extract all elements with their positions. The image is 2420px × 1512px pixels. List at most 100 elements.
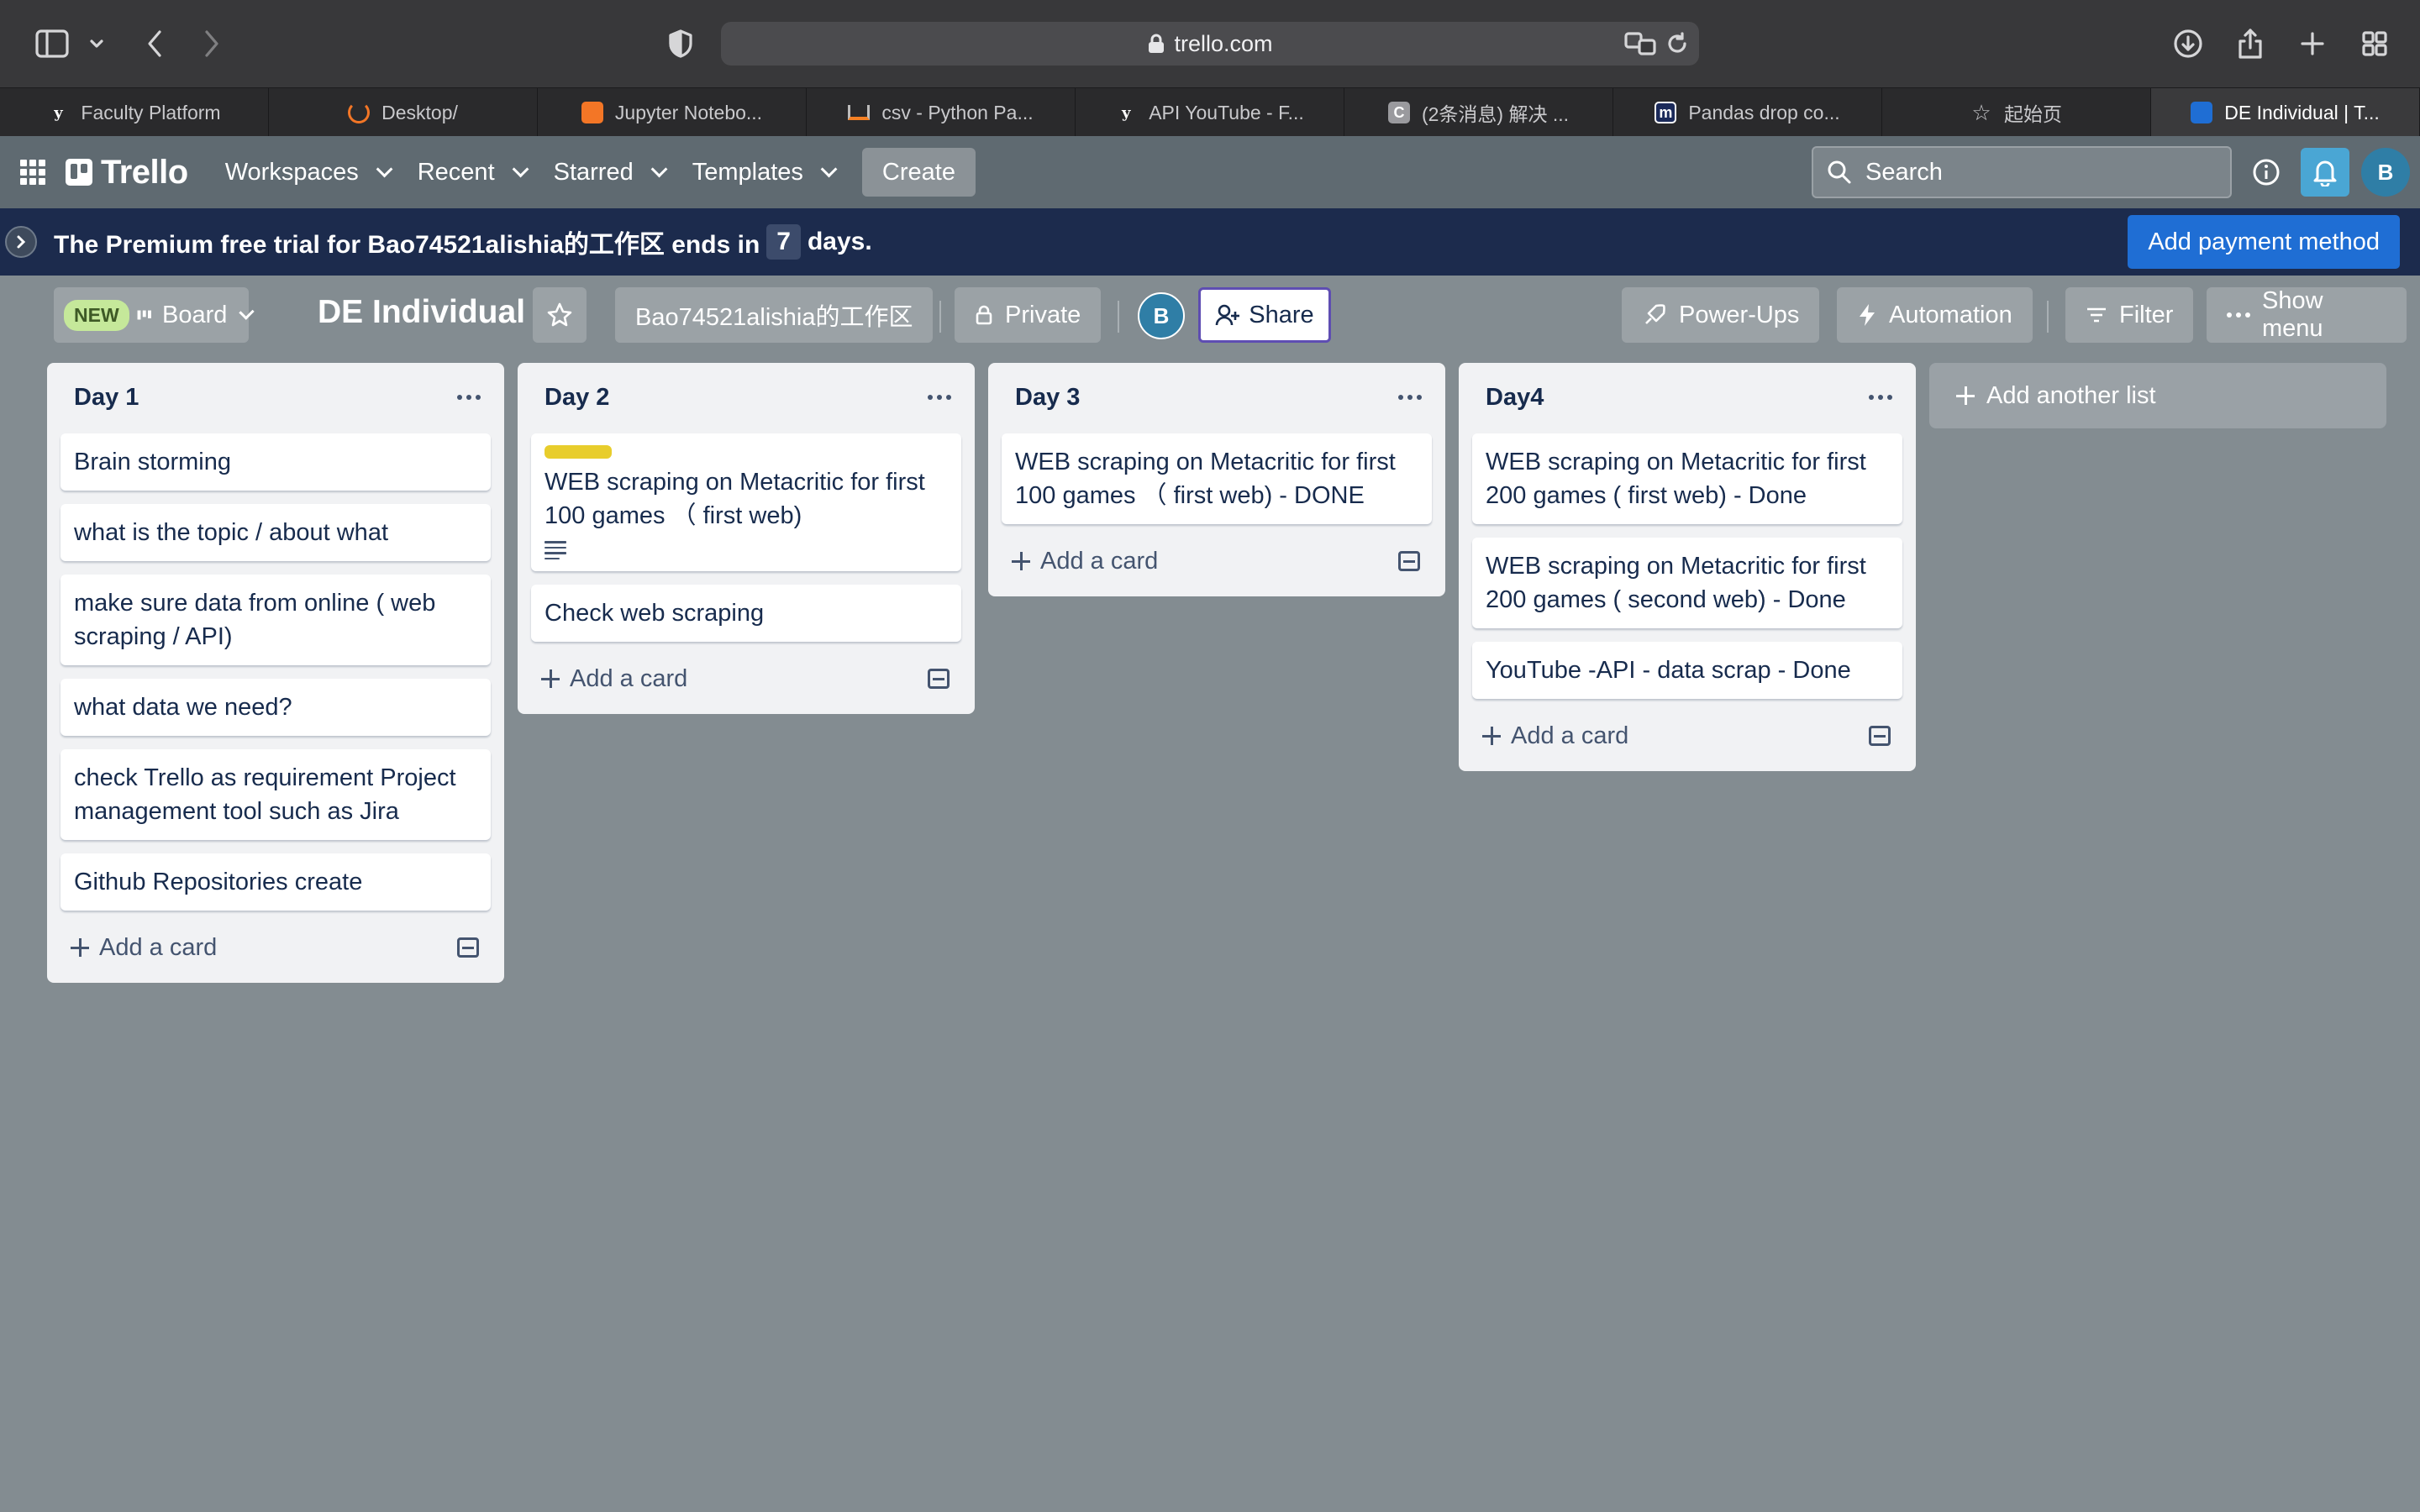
chevron-down-icon[interactable] — [84, 22, 109, 66]
board-header: NEW Board DE Individual Bao74521alishia的… — [0, 276, 2420, 356]
trello-logo[interactable]: Trello — [66, 154, 188, 192]
create-button[interactable]: Create — [861, 148, 976, 197]
list-actions-icon[interactable] — [1869, 395, 1892, 400]
add-card-button[interactable]: Add a card — [1012, 548, 1158, 575]
tab-pandas-drop[interactable]: m Pandas drop co... — [1613, 88, 1882, 137]
chevron-down-icon — [239, 304, 255, 320]
add-card-button[interactable]: Add a card — [541, 665, 687, 693]
expand-sidebar-button[interactable] — [5, 226, 37, 258]
workspace-button[interactable]: Bao74521alishia的工作区 — [615, 287, 934, 343]
recent-menu[interactable]: Recent — [402, 148, 539, 197]
trello-logo-icon — [66, 159, 92, 186]
list-actions-icon[interactable] — [1398, 395, 1422, 400]
card[interactable]: what is the topic / about what — [60, 504, 491, 561]
m-icon: m — [1655, 102, 1677, 123]
list-title[interactable]: Day4 — [1486, 384, 1544, 412]
card[interactable]: WEB scraping on Metacritic for first 100… — [531, 433, 961, 571]
info-icon[interactable] — [2242, 148, 2291, 197]
downloads-icon[interactable] — [2170, 22, 2207, 66]
card-template-icon[interactable] — [1869, 726, 1891, 746]
card[interactable]: check Trello as requirement Project mana… — [60, 749, 491, 840]
list-actions-icon[interactable] — [928, 395, 951, 400]
card[interactable]: WEB scraping on Metacritic for first 200… — [1472, 538, 1902, 628]
jupyter-icon — [348, 102, 371, 123]
notifications-bell-icon[interactable] — [2301, 148, 2349, 197]
new-tab-icon[interactable] — [2294, 22, 2331, 66]
chevron-down-icon — [512, 160, 529, 178]
app-switcher-icon[interactable] — [20, 160, 45, 185]
divider — [1118, 301, 1119, 333]
url-text: trello.com — [1174, 30, 1273, 56]
card[interactable]: what data we need? — [60, 679, 491, 736]
card[interactable]: Brain storming — [60, 433, 491, 491]
card[interactable]: make sure data from online ( web scrapin… — [60, 575, 491, 665]
filter-button[interactable]: Filter — [2065, 287, 2194, 343]
workspaces-menu[interactable]: Workspaces — [210, 148, 402, 197]
trial-message: The Premium free trial for Bao74521alish… — [54, 223, 872, 260]
tab-start-page[interactable]: ☆ 起始页 — [1882, 88, 2151, 137]
privacy-shield-icon[interactable] — [660, 22, 701, 66]
card[interactable]: Github Repositories create — [60, 853, 491, 911]
board-canvas: Day 1 Brain storming what is the topic /… — [0, 356, 2420, 1512]
plus-icon — [541, 669, 560, 688]
tab-csdn[interactable]: C (2条消息) 解决 ... — [1344, 88, 1613, 137]
list-title[interactable]: Day 1 — [74, 384, 139, 412]
automation-button[interactable]: Automation — [1837, 287, 2033, 343]
forward-icon[interactable] — [195, 22, 229, 66]
sidebar-toggle-icon[interactable] — [32, 22, 72, 66]
board-view-icon — [137, 310, 151, 320]
add-another-list-button[interactable]: Add another list — [1929, 363, 2386, 428]
account-avatar[interactable]: B — [2361, 148, 2410, 197]
card-label[interactable] — [544, 445, 612, 459]
list-title[interactable]: Day 3 — [1015, 384, 1080, 412]
board-view-switcher[interactable]: NEW Board — [54, 287, 255, 343]
book-icon — [581, 102, 603, 123]
add-card-button[interactable]: Add a card — [71, 934, 217, 962]
more-icon — [2227, 312, 2250, 318]
tab-csv-python[interactable]: csv - Python Pa... — [807, 88, 1076, 137]
card[interactable]: WEB scraping on Metacritic for first 200… — [1472, 433, 1902, 524]
chevron-down-icon — [376, 160, 393, 178]
tab-faculty-platform[interactable]: y Faculty Platform — [0, 88, 269, 137]
add-card-row: Add a card — [60, 922, 491, 973]
card[interactable]: YouTube -API - data scrap - Done — [1472, 642, 1902, 699]
visibility-button[interactable]: Private — [955, 287, 1102, 343]
power-ups-button[interactable]: Power-Ups — [1622, 287, 1820, 343]
tab-de-individual[interactable]: DE Individual | T... — [2151, 88, 2420, 137]
back-icon[interactable] — [138, 22, 171, 66]
card-template-icon[interactable] — [1398, 551, 1420, 571]
templates-menu[interactable]: Templates — [677, 148, 847, 197]
card-template-icon[interactable] — [928, 669, 950, 689]
member-avatar[interactable]: B — [1138, 292, 1185, 339]
c-icon: C — [1387, 102, 1410, 123]
search-input[interactable]: Search — [1812, 146, 2232, 198]
reload-icon[interactable] — [1662, 22, 1692, 66]
board-title[interactable]: DE Individual — [318, 294, 525, 331]
tab-desktop[interactable]: Desktop/ — [269, 88, 538, 137]
address-bar[interactable]: trello.com — [721, 22, 1699, 66]
star-board-button[interactable] — [533, 287, 587, 343]
share-sheet-icon[interactable] — [2232, 22, 2269, 66]
lock-icon — [1149, 34, 1165, 53]
translate-icon[interactable] — [1623, 22, 1657, 66]
tab-jupyter-notebook[interactable]: Jupyter Notebo... — [538, 88, 807, 137]
starred-menu[interactable]: Starred — [539, 148, 677, 197]
add-payment-method-button[interactable]: Add payment method — [2128, 215, 2400, 269]
tab-overview-icon[interactable] — [2356, 22, 2393, 66]
divider — [2047, 301, 2049, 333]
lightning-icon — [1860, 304, 1875, 326]
share-button[interactable]: Share — [1198, 287, 1331, 343]
plus-icon — [1012, 552, 1030, 570]
search-icon — [1828, 160, 1851, 184]
list-actions-icon[interactable] — [457, 395, 481, 400]
show-menu-button[interactable]: Show menu — [2207, 287, 2407, 343]
card[interactable]: Check web scraping — [531, 585, 961, 642]
divider — [939, 301, 941, 333]
list-title[interactable]: Day 2 — [544, 384, 609, 412]
tab-api-youtube[interactable]: y API YouTube - F... — [1076, 88, 1344, 137]
card[interactable]: WEB scraping on Metacritic for first 100… — [1002, 433, 1432, 524]
list-header: Day4 — [1472, 375, 1902, 420]
plus-icon — [1956, 386, 1975, 405]
add-card-button[interactable]: Add a card — [1482, 722, 1628, 750]
card-template-icon[interactable] — [457, 937, 479, 958]
